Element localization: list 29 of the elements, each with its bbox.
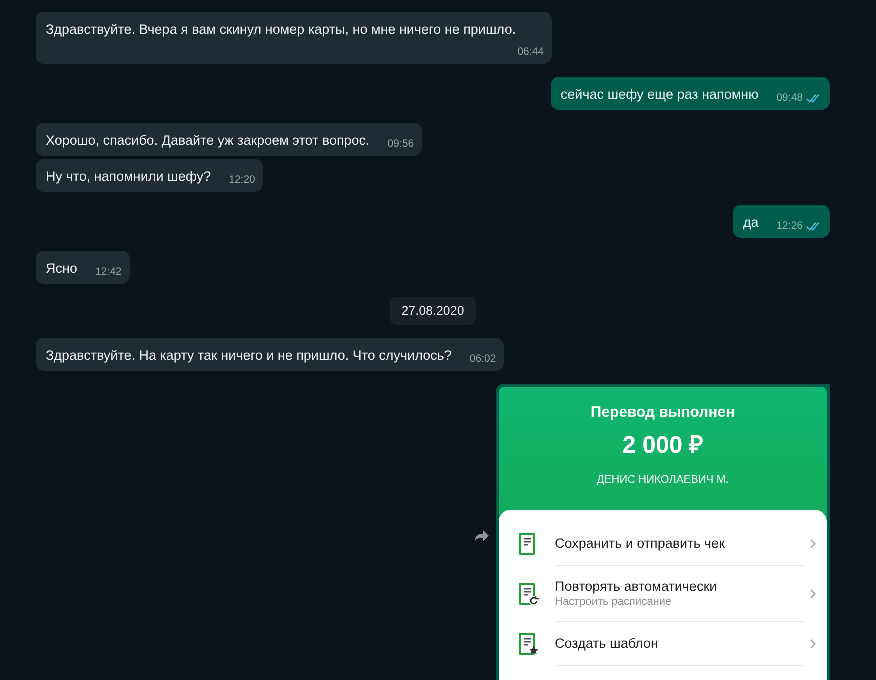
message-time: 12:20: [229, 173, 256, 188]
action-sublabel: Настроить расписание: [555, 596, 673, 608]
action-label: Сохранить и отправить чек: [555, 536, 726, 551]
recipient-name: ДЕНИС НИКОЛАЕВИЧ М.: [597, 474, 729, 486]
transfer-amount: 2 000 ₽: [622, 431, 704, 460]
message-text: сейчас шефу еще раз напомню: [560, 86, 759, 104]
receipt-star-icon: [517, 631, 539, 657]
message-text: да: [743, 214, 759, 232]
message-text: Здравствуйте. Вчера я вам скинул номер карты, но мне ничего не пришло.: [46, 21, 516, 39]
message-time: 12:26: [776, 219, 803, 234]
message-time: 12:42: [95, 265, 122, 280]
message-time: 06:02: [470, 352, 496, 367]
chevron-icon: [809, 638, 817, 650]
message-text: Ну что, напомнили шефу?: [46, 168, 212, 186]
chevron-icon: [809, 588, 817, 600]
image-message[interactable]: Перевод выполнен 2 000 ₽ ДЕНИС НИКОЛАЕВИЧ М. Сохранить и отправить чек Повторять автоматически Настроить расписание Создать шаблон: [496, 384, 830, 680]
message-text: Хорошо, спасибо. Давайте уж закроем этот вопрос.: [46, 132, 370, 150]
message-time: 09:56: [388, 137, 414, 152]
message-text: Здравствуйте. На карту так ничего и не пришло. Что случилось?: [46, 347, 452, 365]
message-time: 09:48: [776, 91, 803, 106]
action-label: Повторять автоматически: [555, 579, 718, 594]
message-text: Ясно: [46, 260, 78, 278]
receipt-repeat-icon: [517, 581, 539, 607]
date-label: 27.08.2020: [390, 297, 476, 325]
chevron-icon: [809, 538, 817, 550]
transfer-status: Перевод выполнен: [590, 404, 736, 421]
action-label: Создать шаблон: [555, 636, 660, 651]
forward-icon[interactable]: [474, 528, 490, 542]
message-time: 06:44: [518, 45, 544, 60]
